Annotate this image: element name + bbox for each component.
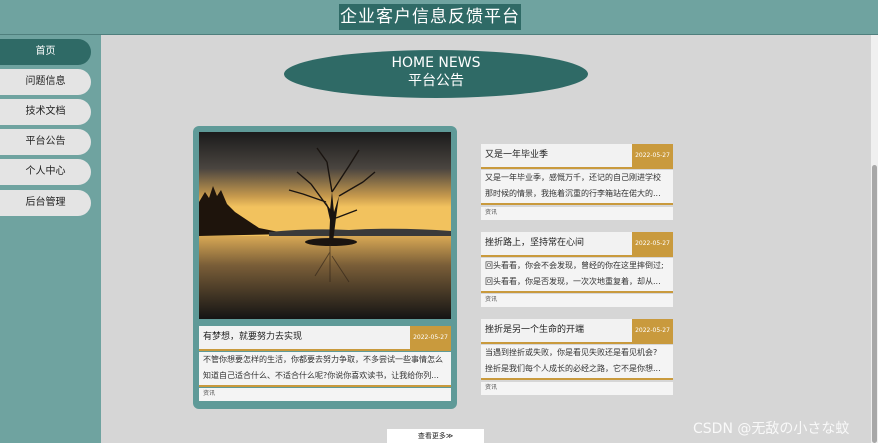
news-item-title[interactable]: 挫折路上，坚持常在心间 <box>485 232 584 255</box>
heading-chinese: 平台公告 <box>408 73 464 89</box>
featured-news-card[interactable]: 有梦想，就要努力去实现 2022-05-27 不管你想要怎样的生活，你都要去努力… <box>193 126 457 409</box>
news-summary-line-2: 那时候的情景，我拖着沉重的行李箱站在偌大的... <box>485 189 661 198</box>
news-title-underline <box>481 255 673 257</box>
news-summary-underline <box>481 378 673 380</box>
news-summary-line-2: 挫折是我们每个人成长的必经之路，它不是你想... <box>485 364 661 373</box>
featured-news-tag: 资讯 <box>199 388 451 401</box>
featured-summary-line-2: 知道自己适合什么、不适合什么呢?你说你喜欢读书，让我给你列... <box>203 371 439 380</box>
featured-news-title-row[interactable]: 有梦想，就要努力去实现 2022-05-27 <box>199 326 451 349</box>
news-item-tag: 资讯 <box>481 382 673 395</box>
news-item-summary: 回头看看，你会不会发现，曾经的你在这里摔倒过; 回头看看，你是否发现，一次次地重… <box>481 258 673 291</box>
sidebar-item-profile[interactable]: 个人中心 <box>0 159 91 185</box>
featured-title-underline <box>199 349 451 351</box>
sidebar-item-home[interactable]: 首页 <box>0 39 91 65</box>
news-item-title-row[interactable]: 挫折是另一个生命的开端 2022-05-27 <box>481 319 673 342</box>
news-item-date: 2022-05-27 <box>632 144 673 167</box>
app-title: 企业客户信息反馈平台 <box>339 4 521 30</box>
news-summary-line-1: 当遇到挫折或失败，你是看见失败还是看见机会? <box>485 348 658 357</box>
news-item-tag: 资讯 <box>481 294 673 307</box>
heading-english: HOME NEWS <box>391 55 481 71</box>
sidebar-item-admin[interactable]: 后台管理 <box>0 190 91 216</box>
featured-news-date: 2022-05-27 <box>410 326 451 349</box>
scrollbar-thumb[interactable] <box>872 165 877 443</box>
news-item-summary: 又是一年毕业季，感慨万千，还记的自己刚进学校 那时候的情景，我拖着沉重的行李箱站… <box>481 170 673 203</box>
news-title-underline <box>481 167 673 169</box>
news-title-underline <box>481 342 673 344</box>
news-item-title-row[interactable]: 又是一年毕业季 2022-05-27 <box>481 144 673 167</box>
news-item-summary: 当遇到挫折或失败，你是看见失败还是看见机会? 挫折是我们每个人成长的必经之路，它… <box>481 345 673 378</box>
news-summary-line-1: 又是一年毕业季，感慨万千，还记的自己刚进学校 <box>485 173 661 182</box>
lone-tree-lake-image <box>199 132 451 319</box>
news-item-title[interactable]: 又是一年毕业季 <box>485 144 548 167</box>
featured-summary-underline <box>199 385 451 387</box>
news-item-title[interactable]: 挫折是另一个生命的开端 <box>485 319 584 342</box>
view-more-button[interactable]: 查看更多≫ <box>387 429 484 443</box>
sidebar: 首页 问题信息 技术文档 平台公告 个人中心 后台管理 <box>0 35 101 443</box>
news-summary-underline <box>481 291 673 293</box>
featured-news-summary: 不管你想要怎样的生活，你都要去努力争取，不多尝试一些事情怎么 知道自己适合什么、… <box>199 352 451 385</box>
news-summary-underline <box>481 203 673 205</box>
news-item-date: 2022-05-27 <box>632 319 673 342</box>
csdn-watermark: CSDN @无敌の小さな蚊 <box>693 421 850 437</box>
page-scrollbar[interactable] <box>871 35 878 443</box>
news-summary-line-1: 回头看看，你会不会发现，曾经的你在这里摔倒过; <box>485 261 664 270</box>
featured-news-image[interactable] <box>199 132 451 319</box>
featured-summary-line-1: 不管你想要怎样的生活，你都要去努力争取，不多尝试一些事情怎么 <box>203 355 443 364</box>
sidebar-item-issues[interactable]: 问题信息 <box>0 69 91 95</box>
news-item-date: 2022-05-27 <box>632 232 673 255</box>
news-item-tag: 资讯 <box>481 207 673 220</box>
featured-news-title[interactable]: 有梦想，就要努力去实现 <box>203 326 302 349</box>
news-item-title-row[interactable]: 挫折路上，坚持常在心间 2022-05-27 <box>481 232 673 255</box>
top-header: 企业客户信息反馈平台 <box>0 0 878 35</box>
section-heading: HOME NEWS 平台公告 <box>284 50 588 98</box>
sidebar-item-tech-docs[interactable]: 技术文档 <box>0 99 91 125</box>
news-summary-line-2: 回头看看，你是否发现，一次次地重复着，却从... <box>485 277 661 286</box>
sidebar-item-announcements[interactable]: 平台公告 <box>0 129 91 155</box>
